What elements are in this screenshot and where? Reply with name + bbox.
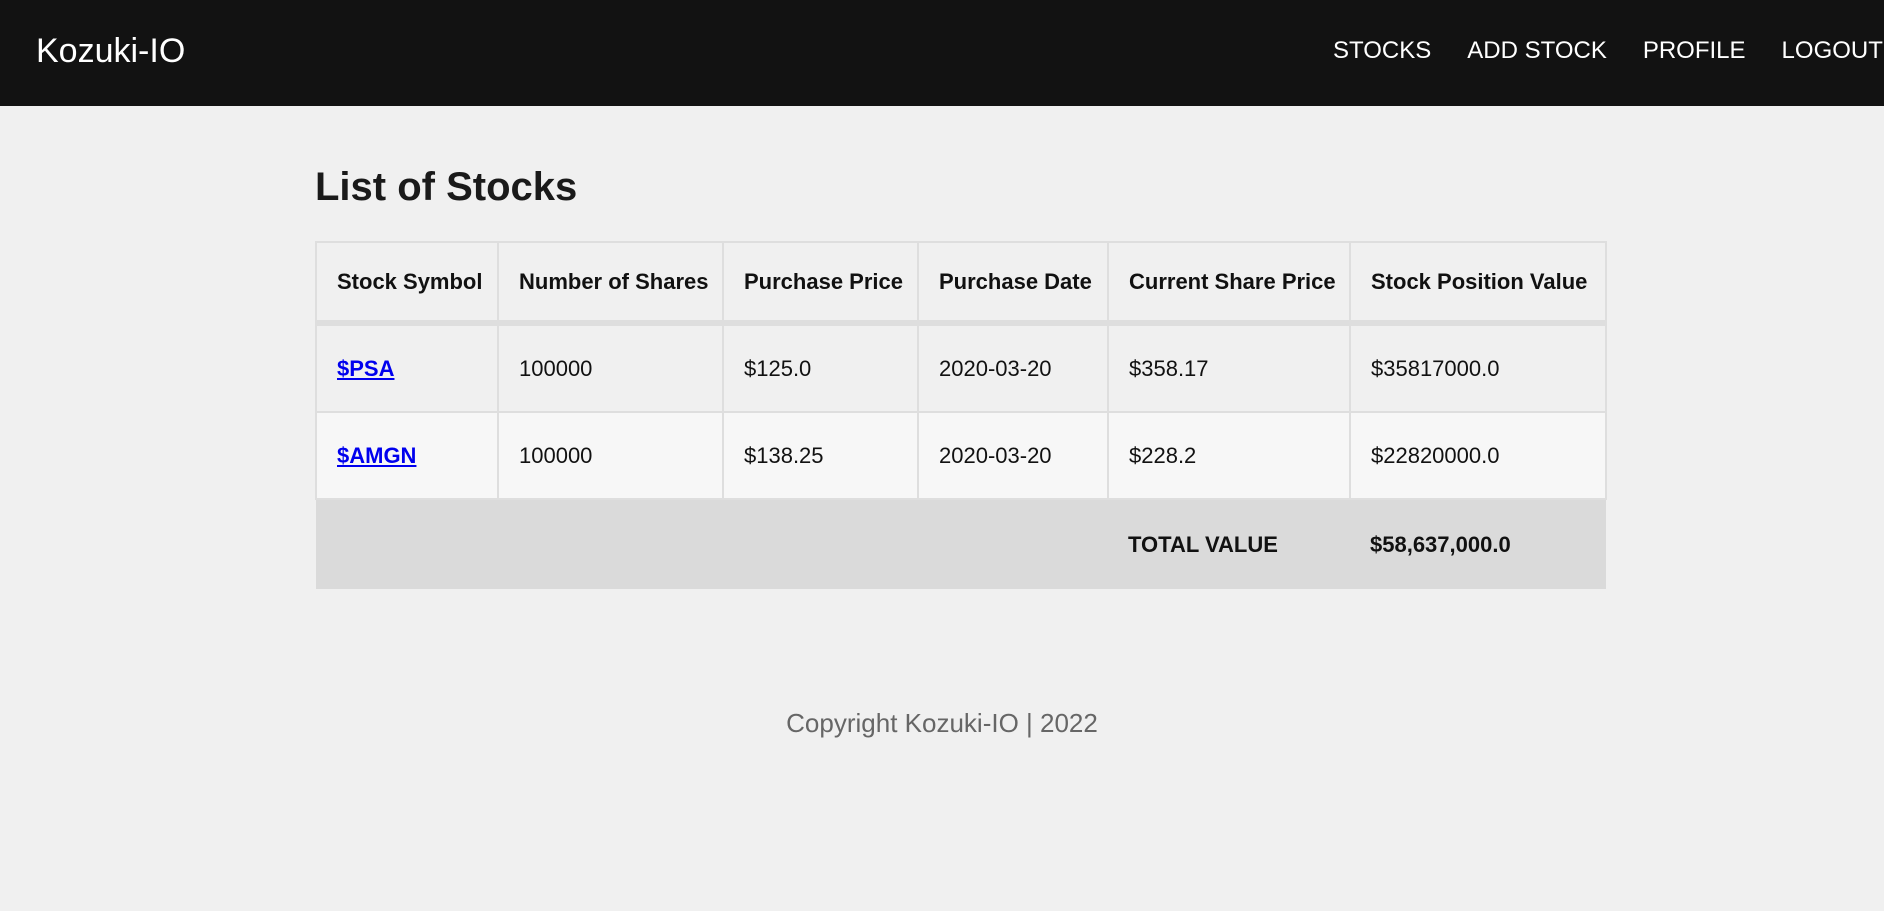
- nav-links: STOCKS ADD STOCK PROFILE LOGOUT: [1333, 36, 1883, 66]
- header-purchase-date: Purchase Date: [917, 241, 1109, 326]
- footer-copyright: Copyright Kozuki-IO | 2022: [786, 708, 1098, 738]
- cell-number-of-shares: 100000: [497, 411, 724, 500]
- table-header-row: Stock Symbol Number of Shares Purchase P…: [315, 241, 1607, 326]
- cell-purchase-price: $125.0: [722, 322, 919, 413]
- cell-purchase-date: 2020-03-20: [917, 322, 1109, 413]
- cell-purchase-price: $138.25: [722, 411, 919, 500]
- cell-stock-symbol: $AMGN: [315, 411, 499, 500]
- total-row: TOTAL VALUE $58,637,000.0: [316, 499, 1606, 589]
- nav-link-profile[interactable]: PROFILE: [1643, 36, 1746, 66]
- table-row: $PSA 100000 $125.0 2020-03-20 $358.17 $3…: [315, 322, 1607, 413]
- header-stock-position-value: Stock Position Value: [1349, 241, 1607, 326]
- cell-stock-position-value: $22820000.0: [1349, 411, 1607, 500]
- cell-current-share-price: $228.2: [1107, 411, 1351, 500]
- page-title: List of Stocks: [315, 165, 578, 209]
- total-value-amount: $58,637,000.0: [1350, 499, 1606, 589]
- total-row-spacer: [316, 499, 1108, 589]
- cell-current-share-price: $358.17: [1107, 322, 1351, 413]
- table-row: $AMGN 100000 $138.25 2020-03-20 $228.2 $…: [315, 411, 1607, 500]
- nav-link-logout[interactable]: LOGOUT: [1782, 36, 1883, 66]
- header-stock-symbol: Stock Symbol: [315, 241, 499, 326]
- cell-number-of-shares: 100000: [497, 322, 724, 413]
- stock-symbol-link[interactable]: $PSA: [337, 356, 394, 381]
- brand-logo-link[interactable]: Kozuki-IO: [36, 29, 185, 73]
- top-navbar: Kozuki-IO STOCKS ADD STOCK PROFILE LOGOU…: [0, 0, 1884, 106]
- header-current-share-price: Current Share Price: [1107, 241, 1351, 326]
- stocks-table: Stock Symbol Number of Shares Purchase P…: [315, 241, 1607, 589]
- total-value-label: TOTAL VALUE: [1108, 499, 1350, 589]
- header-purchase-price: Purchase Price: [722, 241, 919, 326]
- cell-stock-symbol: $PSA: [315, 322, 499, 413]
- nav-link-stocks[interactable]: STOCKS: [1333, 36, 1431, 66]
- header-number-of-shares: Number of Shares: [497, 241, 724, 326]
- stock-symbol-link[interactable]: $AMGN: [337, 443, 416, 468]
- nav-link-add-stock[interactable]: ADD STOCK: [1467, 36, 1607, 66]
- cell-stock-position-value: $35817000.0: [1349, 322, 1607, 413]
- cell-purchase-date: 2020-03-20: [917, 411, 1109, 500]
